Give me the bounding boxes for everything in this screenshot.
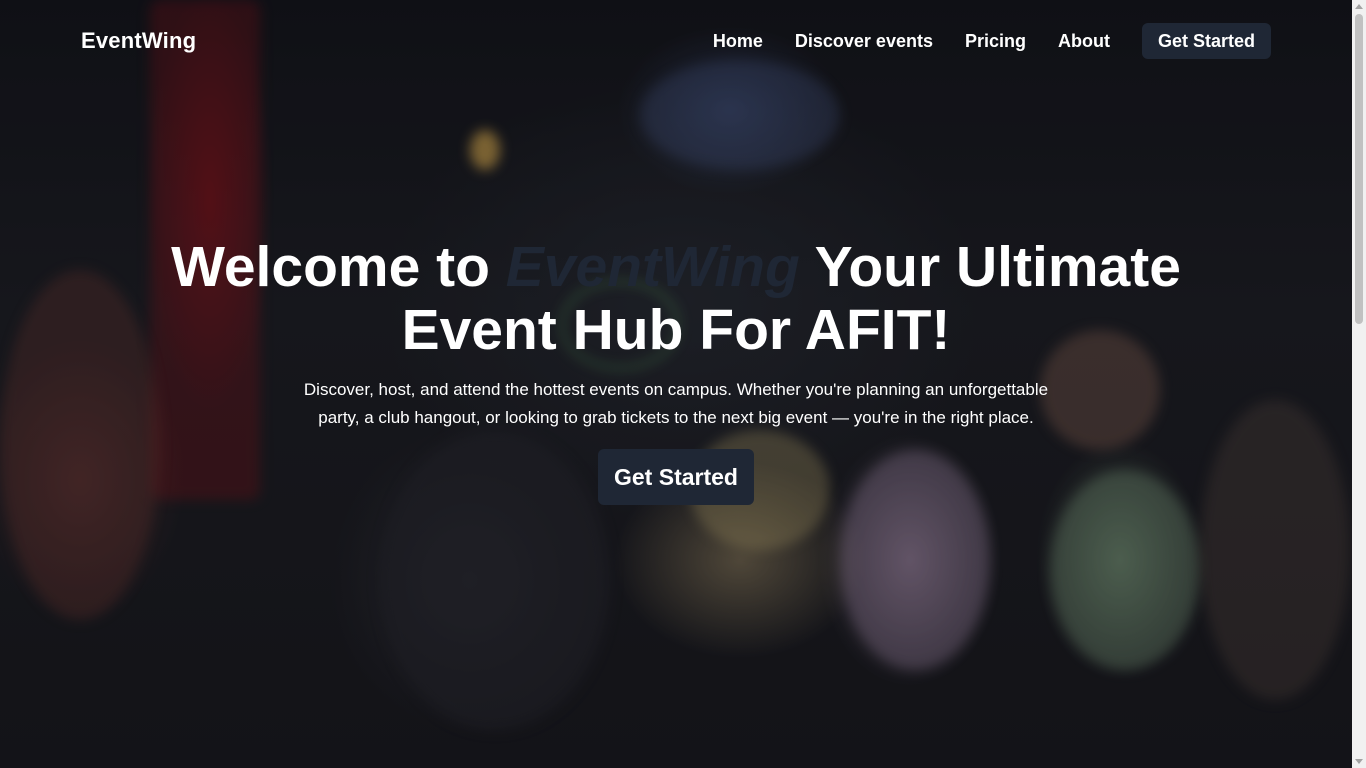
top-navbar: EventWing Home Discover events Pricing A…: [0, 0, 1352, 82]
hero-get-started-button[interactable]: Get Started: [598, 449, 754, 505]
nav-links: Home Discover events Pricing About Get S…: [681, 23, 1271, 59]
site-logo[interactable]: EventWing: [81, 28, 196, 54]
page-scrollbar[interactable]: [1352, 0, 1366, 768]
scrollbar-thumb[interactable]: [1355, 14, 1363, 324]
nav-get-started-button[interactable]: Get Started: [1141, 23, 1271, 59]
hero-title: Welcome to EventWing Your Ultimate Event…: [126, 236, 1226, 362]
nav-link-home[interactable]: Home: [713, 31, 763, 52]
hero-title-brand: EventWing: [505, 235, 800, 299]
nav-link-discover-events[interactable]: Discover events: [795, 31, 933, 52]
scroll-up-arrow-icon[interactable]: [1355, 4, 1363, 9]
nav-link-about[interactable]: About: [1058, 31, 1110, 52]
hero-subtitle: Discover, host, and attend the hottest e…: [303, 380, 1049, 427]
nav-link-pricing[interactable]: Pricing: [965, 31, 1026, 52]
scroll-down-arrow-icon[interactable]: [1355, 759, 1363, 764]
hero-title-prefix: Welcome to: [171, 235, 506, 299]
hero-section: Welcome to EventWing Your Ultimate Event…: [0, 236, 1352, 505]
